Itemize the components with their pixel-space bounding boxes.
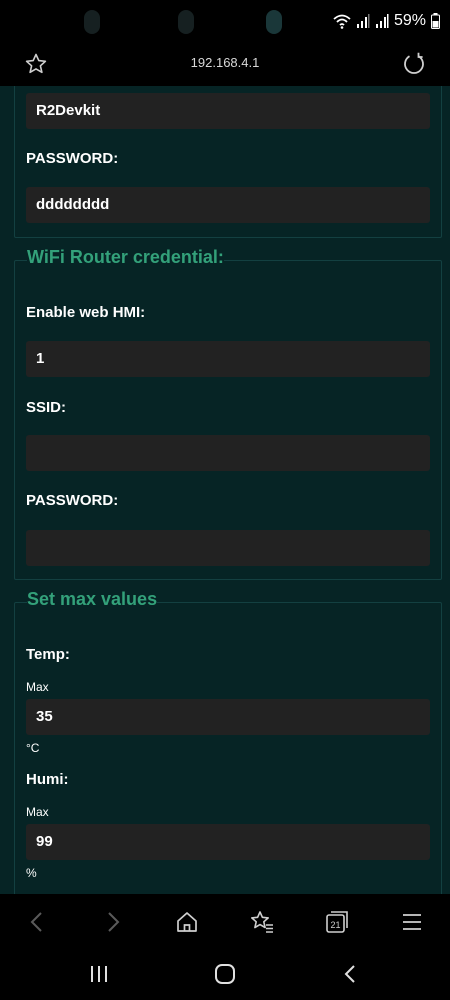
back-button[interactable] [23,908,51,936]
battery-icon [431,13,440,29]
ap-ssid-input[interactable]: R2Devkit [26,93,430,129]
tabs-icon: 21 [326,911,348,933]
home-nav-icon[interactable] [214,963,236,985]
home-button[interactable] [173,908,201,936]
temp-max-input[interactable]: 35 [26,699,430,735]
bookmarks-icon [251,911,273,933]
tabs-button[interactable]: 21 [323,908,351,936]
page-content: R2Devkit PASSWORD: dddddddd WiFi Router … [0,86,450,894]
battery-percent: 59% [393,12,426,29]
notification-icon [266,10,282,34]
temp-max-label: Max [26,680,49,694]
signal-icon [375,14,389,28]
humi-unit: % [26,866,37,880]
menu-button[interactable] [398,908,426,936]
router-password-label: PASSWORD: [26,492,119,509]
max-values-title: Set max values [27,589,158,610]
browser-toolbar: 192.168.4.1 [0,44,450,86]
recent-apps-icon[interactable] [89,964,109,984]
status-bar: 59% [0,0,450,44]
router-ssid-input[interactable] [26,435,430,471]
humi-max-label: Max [26,805,49,819]
humi-max-input[interactable]: 99 [26,824,430,860]
humi-label: Humi: [26,771,69,788]
back-icon [30,912,42,932]
home-icon [177,912,197,932]
enable-web-hmi-input[interactable]: 1 [26,341,430,377]
notification-icon [178,10,194,34]
back-nav-icon[interactable] [342,963,358,985]
router-ssid-label: SSID: [26,399,67,416]
svg-text:21: 21 [330,920,340,930]
notification-icon [84,10,100,34]
router-section-title: WiFi Router credential: [27,247,224,268]
ap-password-label: PASSWORD: [26,150,119,167]
temp-unit: °C [26,741,40,755]
temp-label: Temp: [26,646,70,663]
menu-icon [403,914,421,930]
forward-icon [108,912,120,932]
reload-icon[interactable] [402,52,426,76]
bookmarks-button[interactable] [248,908,276,936]
url-bar[interactable]: 192.168.4.1 [0,55,450,70]
signal-icon [356,14,370,28]
router-password-input[interactable] [26,530,430,566]
ap-password-input[interactable]: dddddddd [26,187,430,223]
forward-button[interactable] [99,908,127,936]
wifi-icon [333,14,351,29]
system-nav-bar [0,950,450,1000]
browser-bottom-nav: 21 [0,894,450,950]
enable-web-hmi-label: Enable web HMI: [26,304,146,321]
